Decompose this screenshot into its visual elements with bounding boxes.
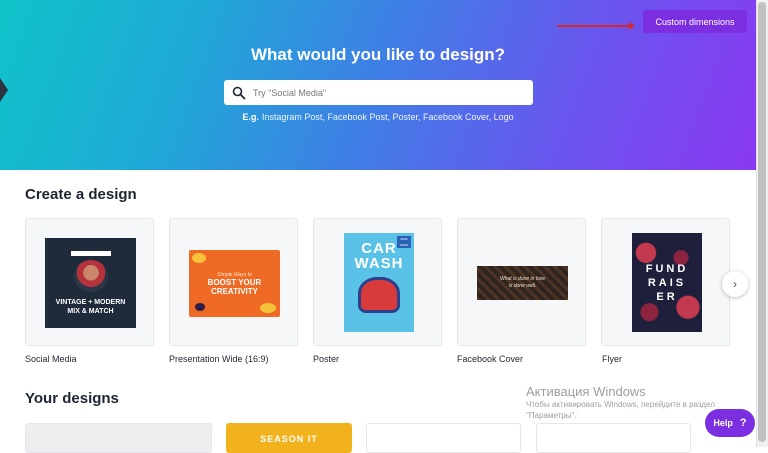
your-designs-heading: Your designs <box>25 390 119 407</box>
poster-thumb-line2: WASH <box>354 255 404 272</box>
search-box[interactable] <box>224 80 533 105</box>
custom-dimensions-button[interactable]: Custom dimensions <box>643 10 747 33</box>
design-card-social-media[interactable]: VINTAGE + MODERN MIX & MATCH <box>25 218 154 346</box>
card-label-presentation[interactable]: Presentation Wide (16:9) <box>169 354 269 364</box>
design-card-presentation[interactable]: Simple Ways to BOOST YOUR CREATIVITY <box>169 218 298 346</box>
card-label-poster[interactable]: Poster <box>313 354 339 364</box>
example-link-poster[interactable]: Poster <box>393 112 419 122</box>
activation-line1: Чтобы активировать Windows, перейдите в … <box>526 400 715 409</box>
card-label-social-media[interactable]: Social Media <box>25 354 77 364</box>
presentation-thumb-line2: BOOST YOUR <box>207 277 262 287</box>
design-card-flyer[interactable]: FUND RAIS ER <box>601 218 730 346</box>
presentation-thumbnail: Simple Ways to BOOST YOUR CREATIVITY <box>189 250 280 317</box>
your-design-card[interactable]: SEASON IT <box>226 423 352 453</box>
examples-prefix: E.g. <box>242 112 259 122</box>
search-input[interactable] <box>253 87 513 98</box>
hero-title: What would you like to design? <box>250 45 506 64</box>
example-link-facebook-cover[interactable]: Facebook Cover <box>423 112 489 122</box>
flyer-thumb-line1: FUND <box>645 262 689 275</box>
your-design-card[interactable] <box>536 423 691 453</box>
social-media-thumbnail: VINTAGE + MODERN MIX & MATCH <box>45 238 136 328</box>
carousel-next-button[interactable]: › <box>722 271 748 297</box>
card-label-flyer[interactable]: Flyer <box>602 354 622 364</box>
help-button[interactable]: Help ? <box>705 409 755 437</box>
facebook-cover-thumb-line1: What is done in love <box>499 276 546 282</box>
poster-thumb-line1: CAR <box>361 240 397 257</box>
side-tab-icon[interactable] <box>0 78 8 102</box>
facebook-cover-thumbnail: What is done in love is done well. <box>477 266 568 300</box>
social-media-thumb-line2: MIX & MATCH <box>67 307 114 315</box>
your-design-card[interactable] <box>366 423 521 453</box>
card-label-facebook-cover[interactable]: Facebook Cover <box>457 354 523 364</box>
flyer-thumb-line2: RAIS <box>647 276 687 289</box>
scrollbar-thumb[interactable] <box>758 2 766 442</box>
your-design-card[interactable] <box>25 423 212 453</box>
example-link-instagram-post[interactable]: Instagram Post <box>262 112 323 122</box>
search-icon <box>232 86 246 99</box>
example-link-logo[interactable]: Logo <box>494 112 514 122</box>
example-link-facebook-post[interactable]: Facebook Post <box>327 112 387 122</box>
question-icon: ? <box>739 417 747 429</box>
design-card-poster[interactable]: NOW OPEN CAR WASH <box>313 218 442 346</box>
create-design-heading: Create a design <box>25 186 137 203</box>
flyer-thumbnail: FUND RAIS ER <box>632 233 702 332</box>
help-label: Help <box>713 418 733 428</box>
presentation-thumb-line3: CREATIVITY <box>211 286 258 296</box>
flyer-thumb-line3: ER <box>656 290 678 303</box>
windows-activation-watermark: Активация Windows Чтобы активировать Win… <box>526 384 715 421</box>
activation-title: Активация Windows <box>526 384 646 399</box>
example-links: E.g. Instagram Post, Facebook Post, Poste… <box>242 112 514 122</box>
poster-thumb-badge: NOW OPEN <box>397 236 411 248</box>
chevron-right-icon: › <box>733 277 737 291</box>
poster-thumbnail: NOW OPEN CAR WASH <box>344 233 414 332</box>
your-design-card-text: SEASON IT <box>260 434 318 444</box>
activation-line2: "Параметры". <box>526 411 577 420</box>
annotation-arrow <box>557 22 635 30</box>
design-card-facebook-cover[interactable]: What is done in love is done well. <box>457 218 586 346</box>
facebook-cover-thumb-line2: is done well. <box>508 283 537 289</box>
social-media-thumb-line1: VINTAGE + MODERN <box>55 298 126 306</box>
